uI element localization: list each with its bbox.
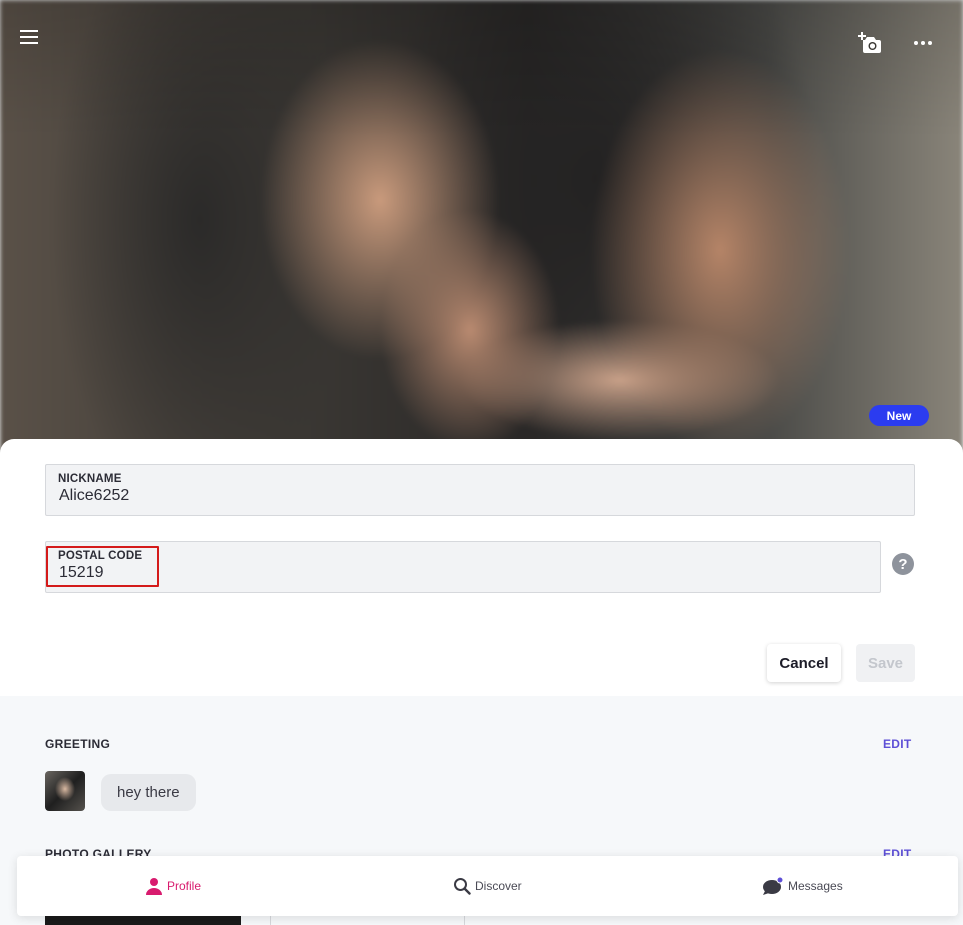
nav-item-discover[interactable]: Discover [453,856,522,916]
greeting-title: GREETING [45,737,111,751]
save-button[interactable]: Save [856,644,915,682]
greeting-message-bubble: hey there [101,774,196,811]
bottom-navigation: Profile Discover Messages [17,856,958,916]
postal-code-input[interactable] [59,564,727,582]
nav-label-messages: Messages [788,879,843,893]
chat-bubble-icon [762,877,784,895]
nickname-label: NICKNAME [58,473,122,485]
nav-label-discover: Discover [475,879,522,893]
more-options-button[interactable] [906,30,940,56]
greeting-edit-link[interactable]: EDIT [883,737,912,751]
postal-code-label: POSTAL CODE [58,550,143,562]
menu-button[interactable] [14,24,44,50]
new-badge: New [869,405,929,426]
nav-item-profile[interactable]: Profile [145,856,201,916]
nickname-input[interactable] [59,487,754,505]
nav-item-messages[interactable]: Messages [762,856,843,916]
add-photo-button[interactable] [854,28,886,58]
postal-code-field[interactable]: POSTAL CODE [45,541,881,593]
hamburger-menu-icon [20,30,38,44]
nickname-field[interactable]: NICKNAME [45,464,915,516]
search-icon [453,877,471,895]
add-camera-icon [858,32,881,53]
cover-photo-overlay [0,0,963,460]
profile-edit-form: NICKNAME POSTAL CODE ? Cancel Save [0,439,963,696]
avatar [45,771,85,811]
person-icon [145,877,163,895]
cancel-button[interactable]: Cancel [767,644,841,682]
help-icon[interactable]: ? [892,553,914,575]
nav-label-profile: Profile [167,879,202,893]
more-horizontal-icon [914,41,932,45]
